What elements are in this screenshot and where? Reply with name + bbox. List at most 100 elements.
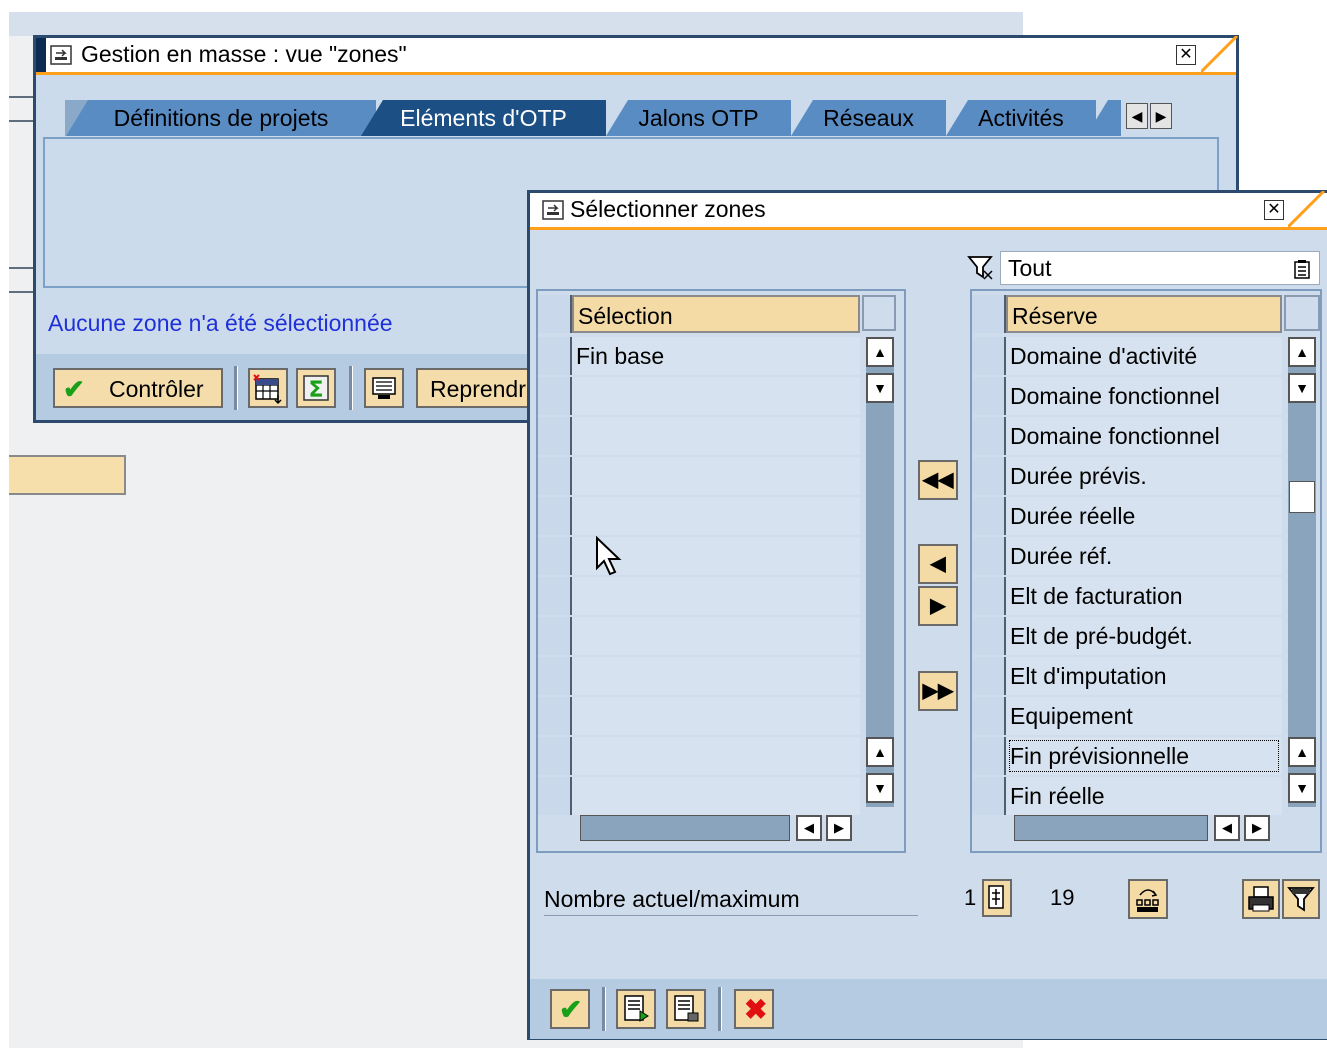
check-button[interactable]: ✔ Contrôler xyxy=(53,368,223,408)
table-cell[interactable] xyxy=(572,657,860,695)
tab-scroll-left-icon[interactable]: ◀ xyxy=(1126,103,1148,129)
table-cell[interactable] xyxy=(572,577,860,615)
select-fields-button[interactable] xyxy=(248,368,288,408)
scroll-down-icon[interactable]: ▼ xyxy=(866,373,894,403)
move-all-right-button[interactable]: ▶▶ xyxy=(918,671,958,711)
background-field[interactable] xyxy=(9,455,126,495)
row-selector[interactable] xyxy=(538,697,572,735)
table-cell[interactable]: Elt d'imputation xyxy=(1006,657,1282,695)
table-cell[interactable]: Fin base xyxy=(572,337,860,375)
available-horizontal-scrollbar[interactable] xyxy=(1014,815,1208,841)
move-right-button[interactable]: ▶ xyxy=(918,586,958,626)
row-selector[interactable] xyxy=(538,657,572,695)
tab-scroll-right-icon[interactable]: ▶ xyxy=(1150,103,1172,129)
max-count: 19 xyxy=(1050,885,1075,910)
row-selector[interactable] xyxy=(972,337,1006,375)
scroll-up-icon[interactable]: ▲ xyxy=(1288,737,1316,767)
row-selector[interactable] xyxy=(972,417,1006,455)
table-cell[interactable] xyxy=(572,617,860,655)
close-icon[interactable]: ✕ xyxy=(1264,200,1284,220)
table-cell[interactable]: Elt de pré-budgét. xyxy=(1006,617,1282,655)
table-cell[interactable] xyxy=(572,737,860,775)
sum-button[interactable]: Σ xyxy=(296,368,336,408)
header-settings-cell[interactable] xyxy=(1284,295,1320,331)
confirm-button[interactable]: ✔ xyxy=(550,989,590,1029)
table-cell[interactable] xyxy=(572,457,860,495)
header-settings-cell[interactable] xyxy=(862,295,896,331)
tab-wbs-milestones[interactable]: Jalons OTP xyxy=(606,100,791,136)
scroll-up-icon[interactable]: ▲ xyxy=(866,737,894,767)
table-cell[interactable] xyxy=(572,377,860,415)
available-column-header[interactable]: Réserve xyxy=(1006,295,1282,333)
row-selector[interactable] xyxy=(538,497,572,535)
row-selector[interactable] xyxy=(972,377,1006,415)
tab-activities[interactable]: Activités xyxy=(946,100,1096,136)
scroll-up-icon[interactable]: ▲ xyxy=(866,337,894,367)
row-selector[interactable] xyxy=(538,577,572,615)
selected-horizontal-scrollbar[interactable] xyxy=(580,815,790,841)
row-selector[interactable] xyxy=(538,377,572,415)
scroll-down-icon[interactable]: ▼ xyxy=(1288,773,1316,803)
funnel-button[interactable] xyxy=(1282,879,1320,919)
row-selector[interactable] xyxy=(972,617,1006,655)
row-selector[interactable] xyxy=(972,457,1006,495)
move-all-left-button[interactable]: ◀◀ xyxy=(918,460,958,500)
row-selector[interactable] xyxy=(538,737,572,775)
scroll-left-icon[interactable]: ◀ xyxy=(1214,815,1240,841)
scroll-up-icon[interactable]: ▲ xyxy=(1288,337,1316,367)
dropdown-list-icon[interactable] xyxy=(1293,258,1311,280)
row-selector[interactable] xyxy=(538,537,572,575)
display-button[interactable] xyxy=(364,368,404,408)
table-cell[interactable] xyxy=(572,697,860,735)
selected-column-header[interactable]: Sélection xyxy=(572,295,860,333)
row-selector[interactable] xyxy=(538,337,572,375)
row-selector[interactable] xyxy=(972,737,1006,775)
sort-button[interactable] xyxy=(1128,879,1168,919)
focused-table-cell[interactable]: Fin prévisionnelle xyxy=(1006,737,1282,775)
save-layout-button[interactable] xyxy=(616,989,656,1029)
filter-dropdown[interactable]: Tout xyxy=(1000,251,1320,285)
cancel-button[interactable]: ✖ xyxy=(734,989,774,1029)
table-cell[interactable] xyxy=(572,497,860,535)
close-icon[interactable]: ✕ xyxy=(1176,45,1196,65)
tab-networks[interactable]: Réseaux xyxy=(791,100,946,136)
available-fields-panel: Réserve Domaine d'activité Domaine foncti… xyxy=(970,289,1322,853)
scroll-right-icon[interactable]: ▶ xyxy=(1244,815,1270,841)
table-cell[interactable]: Durée réelle xyxy=(1006,497,1282,535)
table-cell[interactable]: Durée prévis. xyxy=(1006,457,1282,495)
row-selector[interactable] xyxy=(972,537,1006,575)
table-cell[interactable]: Domaine fonctionnel xyxy=(1006,417,1282,455)
scroll-down-icon[interactable]: ▼ xyxy=(1288,373,1316,403)
scrollbar-thumb[interactable] xyxy=(1289,481,1315,513)
table-cell[interactable]: Domaine d'activité xyxy=(1006,337,1282,375)
window-icon xyxy=(542,200,564,220)
table-cell[interactable] xyxy=(572,777,860,815)
table-cell[interactable]: Fin réelle xyxy=(1006,777,1282,815)
row-selector[interactable] xyxy=(538,617,572,655)
tab-wbs-elements[interactable]: Eléments d'OTP xyxy=(361,100,606,136)
row-selector[interactable] xyxy=(538,457,572,495)
move-left-button[interactable]: ◀ xyxy=(918,544,958,584)
table-cell[interactable]: Equipement xyxy=(1006,697,1282,735)
row-selector[interactable] xyxy=(972,697,1006,735)
tab-project-definitions[interactable]: Définitions de projets xyxy=(66,100,376,136)
row-selector[interactable] xyxy=(538,417,572,455)
row-selector[interactable] xyxy=(972,657,1006,695)
print-button[interactable] xyxy=(1242,879,1280,919)
load-layout-button[interactable] xyxy=(666,989,706,1029)
row-selector[interactable] xyxy=(972,577,1006,615)
table-cell[interactable]: Domaine fonctionnel xyxy=(1006,377,1282,415)
table-cell[interactable]: Elt de facturation xyxy=(1006,577,1282,615)
table-cell[interactable] xyxy=(572,417,860,455)
scroll-right-icon[interactable]: ▶ xyxy=(826,815,852,841)
row-selector[interactable] xyxy=(972,777,1006,815)
row-selector[interactable] xyxy=(972,497,1006,535)
row-selector[interactable] xyxy=(538,777,572,815)
count-details-button[interactable] xyxy=(982,879,1012,917)
select-all-cell[interactable] xyxy=(538,295,572,333)
scroll-left-icon[interactable]: ◀ xyxy=(796,815,822,841)
scroll-down-icon[interactable]: ▼ xyxy=(866,773,894,803)
filter-icon[interactable] xyxy=(966,253,996,283)
select-all-cell[interactable] xyxy=(972,295,1006,333)
table-cell[interactable]: Durée réf. xyxy=(1006,537,1282,575)
